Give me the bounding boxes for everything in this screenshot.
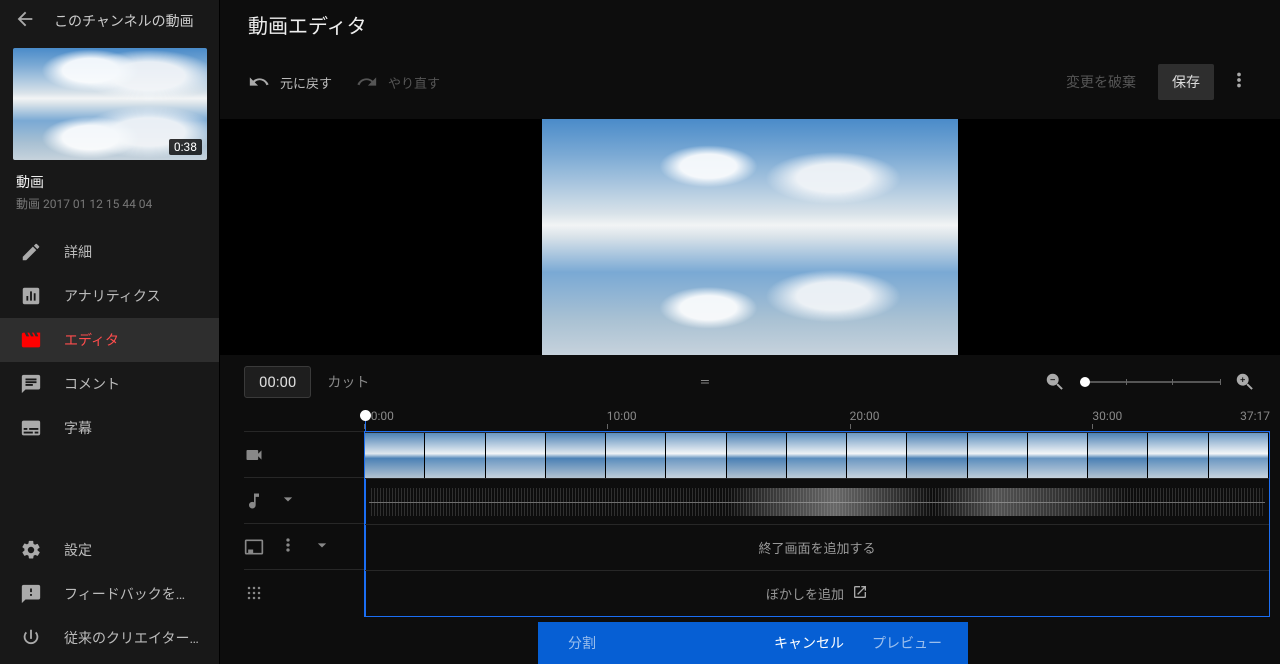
video-frame: [787, 433, 847, 479]
back-button[interactable]: [14, 8, 36, 34]
video-preview-area: [220, 119, 1280, 355]
feedback-icon: [20, 583, 42, 605]
trim-action-bar: 分割 キャンセル プレビュー: [538, 622, 968, 664]
zoom-slider[interactable]: [1080, 381, 1220, 383]
chevron-down-icon[interactable]: [278, 489, 298, 513]
more-options-button[interactable]: [1222, 63, 1256, 101]
split-button[interactable]: 分割: [568, 633, 596, 653]
ruler-tick: 30:00: [1092, 409, 1122, 423]
gear-icon: [20, 539, 42, 561]
ruler-tick: 10:00: [607, 409, 637, 423]
sidebar-item-analytics[interactable]: アナリティクス: [0, 274, 219, 318]
blur-track[interactable]: ぼかしを追加: [365, 570, 1269, 616]
sidebar-nav: 詳細 アナリティクス エディタ コメント 字幕: [0, 226, 219, 528]
video-filename: 動画 2017 01 12 15 44 04: [16, 195, 203, 212]
preview-button[interactable]: プレビュー: [872, 633, 942, 653]
zoom-in-icon[interactable]: [1234, 371, 1256, 393]
video-frame: [1088, 433, 1148, 479]
channel-videos-label[interactable]: このチャンネルの動画: [54, 11, 194, 31]
endscreen-track[interactable]: 終了画面を追加する: [365, 524, 1269, 570]
video-frame: [486, 433, 546, 479]
audio-track[interactable]: [365, 478, 1269, 524]
sidebar-footer: 設定 フィードバックを送信 従来のクリエイター …: [0, 528, 219, 664]
subtitles-icon: [20, 417, 42, 439]
zoom-slider-thumb[interactable]: [1080, 377, 1090, 387]
music-icon: [244, 491, 264, 511]
ruler-tick: 20:00: [850, 409, 880, 423]
redo-label: やり直す: [388, 73, 440, 92]
video-track-toggle[interactable]: [244, 431, 364, 477]
video-track[interactable]: [365, 432, 1269, 478]
sidebar-item-label: エディタ: [64, 330, 119, 350]
sidebar-item-label: コメント: [64, 374, 120, 394]
timeline-ruler[interactable]: 00:00 10:00 20:00 30:00 37:17: [364, 407, 1270, 431]
video-preview[interactable]: [542, 119, 958, 355]
video-frame: [546, 433, 606, 479]
add-endscreen-label[interactable]: 終了画面を追加する: [758, 538, 875, 557]
main: 動画エディタ 元に戻す やり直す 変更を破棄 保存 00:00: [220, 0, 1280, 664]
video-frame: [727, 433, 787, 479]
ruler-end-time: 37:17: [1240, 409, 1270, 423]
video-frame: [1028, 433, 1088, 479]
kebab-icon: [1228, 69, 1250, 91]
endscreen-track-toggle[interactable]: [244, 523, 364, 569]
chevron-down-icon[interactable]: [312, 535, 332, 559]
undo-button[interactable]: 元に戻す: [248, 71, 332, 93]
exit-icon: [20, 627, 42, 649]
page-title: 動画エディタ: [220, 0, 1280, 49]
pencil-icon: [20, 241, 42, 263]
sidebar-item-label: 設定: [64, 540, 92, 560]
video-thumbnail[interactable]: 0:38: [0, 38, 219, 162]
endscreen-icon: [244, 537, 264, 557]
video-frame: [606, 433, 666, 479]
undo-label: 元に戻す: [280, 73, 332, 92]
sidebar-item-label: アナリティクス: [64, 286, 160, 306]
redo-icon: [356, 71, 378, 93]
sidebar-item-details[interactable]: 詳細: [0, 230, 219, 274]
video-frame: [1148, 433, 1208, 479]
video-title: 動画: [16, 172, 203, 192]
sidebar-item-label: 従来のクリエイター …: [64, 628, 199, 648]
sidebar-item-editor[interactable]: エディタ: [0, 318, 219, 362]
video-frame: [425, 433, 485, 479]
editor-icon: [20, 329, 42, 351]
video-duration-badge: 0:38: [169, 139, 202, 155]
toolbar: 元に戻す やり直す 変更を破棄 保存: [220, 49, 1280, 119]
video-icon: [244, 445, 264, 465]
analytics-icon: [20, 285, 42, 307]
undo-icon: [248, 71, 270, 93]
video-frame: [847, 433, 907, 479]
kebab-icon[interactable]: [278, 535, 298, 559]
sidebar-item-label: フィードバックを送信: [64, 584, 199, 604]
cancel-button[interactable]: キャンセル: [774, 633, 844, 653]
sidebar-item-settings[interactable]: 設定: [0, 528, 219, 572]
sidebar: このチャンネルの動画 0:38 動画 動画 2017 01 12 15 44 0…: [0, 0, 220, 664]
video-frame: [907, 433, 967, 479]
save-button[interactable]: 保存: [1158, 64, 1214, 100]
timeline: 00:00 10:00 20:00 30:00 37:17 終了画面を追加する: [220, 401, 1280, 617]
sidebar-item-legacy-studio[interactable]: 従来のクリエイター …: [0, 616, 219, 660]
sidebar-item-comments[interactable]: コメント: [0, 362, 219, 406]
sidebar-item-label: 字幕: [64, 418, 92, 438]
open-external-icon: [852, 584, 868, 604]
trim-selection[interactable]: 終了画面を追加する ぼかしを追加: [364, 431, 1270, 617]
timeline-toolbar: 00:00 カット =: [220, 355, 1280, 401]
panel-drag-handle[interactable]: =: [225, 375, 1189, 390]
sidebar-item-label: 詳細: [64, 242, 92, 262]
video-frame: [365, 433, 425, 479]
sidebar-item-subtitles[interactable]: 字幕: [0, 406, 219, 450]
discard-button: 変更を破棄: [1052, 64, 1150, 100]
sidebar-item-feedback[interactable]: フィードバックを送信: [0, 572, 219, 616]
video-frame: [968, 433, 1028, 479]
comments-icon: [20, 373, 42, 395]
waveform: [369, 488, 1265, 516]
video-frame: [666, 433, 726, 479]
add-blur-label[interactable]: ぼかしを追加: [766, 584, 868, 604]
blur-icon: [244, 583, 264, 603]
redo-button: やり直す: [356, 71, 440, 93]
video-frame: [1209, 433, 1269, 479]
blur-track-toggle[interactable]: [244, 569, 364, 615]
audio-track-toggle[interactable]: [244, 477, 364, 523]
